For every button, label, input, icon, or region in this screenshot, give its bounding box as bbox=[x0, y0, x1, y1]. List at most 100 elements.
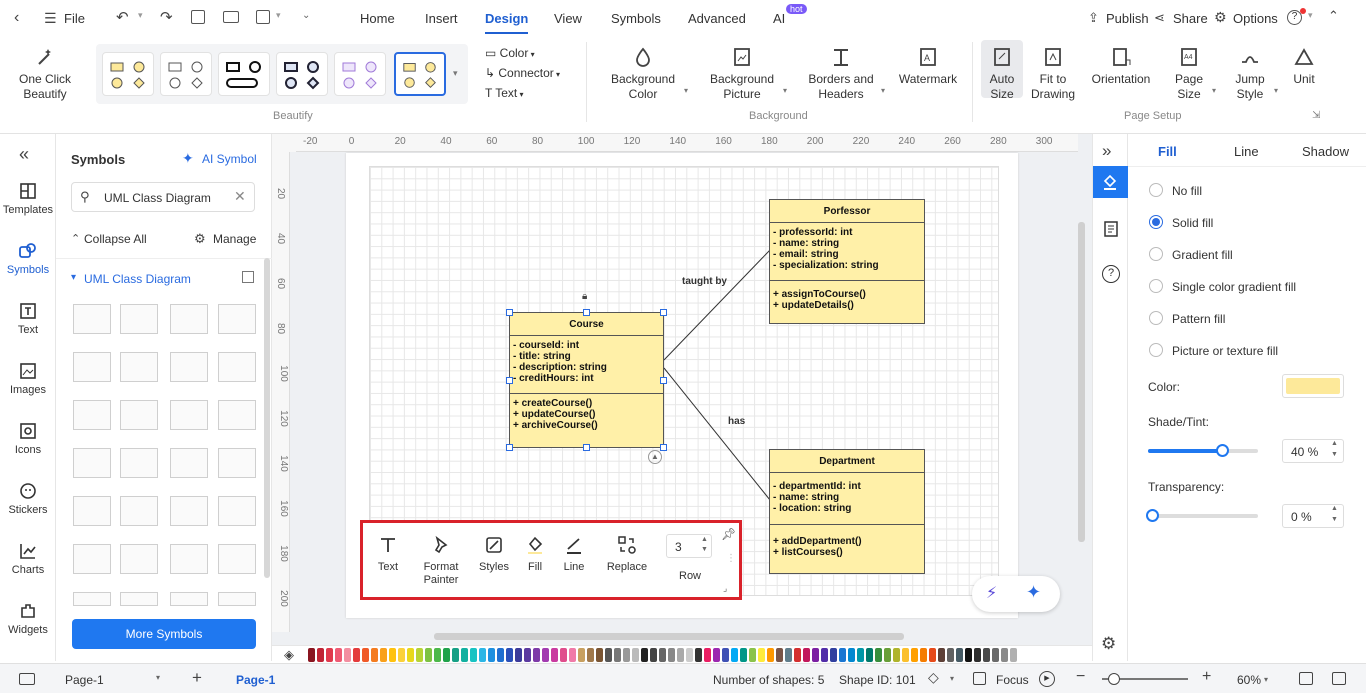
palette-swatch[interactable] bbox=[821, 648, 828, 662]
palette-swatch[interactable] bbox=[884, 648, 891, 662]
palette-swatch[interactable] bbox=[983, 648, 990, 662]
print-icon[interactable] bbox=[223, 11, 239, 23]
resize-handle[interactable] bbox=[583, 444, 590, 451]
zoom-dropdown-icon[interactable]: ▾ bbox=[1264, 675, 1268, 684]
palette-swatch[interactable] bbox=[524, 648, 531, 662]
symbol-thumbnail[interactable] bbox=[170, 304, 208, 334]
symbol-thumbnail[interactable] bbox=[218, 400, 256, 430]
settings-gear-icon[interactable]: ⚙ bbox=[1101, 634, 1116, 654]
palette-swatch[interactable] bbox=[947, 648, 954, 662]
palette-swatch[interactable] bbox=[785, 648, 792, 662]
nav-icons[interactable]: Icons bbox=[0, 422, 56, 456]
ai-assistant-icon[interactable]: ✦ bbox=[1026, 582, 1041, 603]
palette-swatch[interactable] bbox=[614, 648, 621, 662]
palette-swatch[interactable] bbox=[344, 648, 351, 662]
symbol-thumbnail[interactable] bbox=[73, 496, 111, 526]
shade-slider-track[interactable] bbox=[1148, 444, 1258, 457]
export-icon[interactable] bbox=[256, 10, 270, 24]
symbols-scrollbar[interactable] bbox=[264, 258, 270, 578]
resize-handle[interactable] bbox=[506, 377, 513, 384]
save-icon[interactable] bbox=[191, 10, 205, 24]
publish-button[interactable]: Publish bbox=[1106, 11, 1149, 26]
zoom-out-icon[interactable]: − bbox=[1076, 668, 1085, 686]
radio-picture-fill[interactable] bbox=[1149, 343, 1163, 357]
palette-swatch[interactable] bbox=[371, 648, 378, 662]
course-class[interactable]: Course - courseId: int - title: string -… bbox=[509, 312, 664, 448]
beautify-style-6[interactable] bbox=[394, 52, 446, 96]
options-button[interactable]: Options bbox=[1233, 11, 1278, 26]
stepper-up-icon[interactable]: ▲ bbox=[1331, 505, 1338, 512]
palette-swatch[interactable] bbox=[965, 648, 972, 662]
symbol-thumbnail[interactable] bbox=[73, 592, 111, 606]
resize-handle[interactable] bbox=[660, 377, 667, 384]
add-page-icon[interactable]: + bbox=[192, 668, 202, 688]
palette-swatch[interactable] bbox=[731, 648, 738, 662]
palette-swatch[interactable] bbox=[677, 648, 684, 662]
symbol-thumbnail[interactable] bbox=[170, 352, 208, 382]
transparency-slider-track[interactable] bbox=[1146, 509, 1258, 522]
palette-swatch[interactable] bbox=[497, 648, 504, 662]
palette-swatch[interactable] bbox=[515, 648, 522, 662]
symbol-thumbnail[interactable] bbox=[120, 448, 158, 478]
palette-swatch[interactable] bbox=[866, 648, 873, 662]
fill-button[interactable]: Fill bbox=[521, 535, 549, 574]
palette-swatch[interactable] bbox=[641, 648, 648, 662]
palette-swatch[interactable] bbox=[812, 648, 819, 662]
has-label[interactable]: has bbox=[728, 416, 745, 427]
palette-swatch[interactable] bbox=[956, 648, 963, 662]
nav-stickers[interactable]: Stickers bbox=[0, 482, 56, 516]
file-menu[interactable]: File bbox=[64, 11, 85, 26]
text-dropdown[interactable]: T Text ▾ bbox=[485, 86, 524, 100]
page-setup-dialog-icon[interactable]: ⇲ bbox=[1312, 110, 1320, 121]
tab-ai[interactable]: AI bbox=[773, 11, 785, 26]
fill-color-picker[interactable] bbox=[1282, 374, 1344, 398]
stepper-down-icon[interactable]: ▼ bbox=[1331, 516, 1338, 523]
tab-symbols[interactable]: Symbols bbox=[611, 11, 661, 26]
fill-picker-icon[interactable]: ◈ bbox=[284, 647, 294, 663]
symbol-thumbnail[interactable] bbox=[218, 496, 256, 526]
shade-value-input[interactable]: 40 % ▲ ▼ bbox=[1282, 439, 1344, 463]
lock-icon[interactable]: 🔒︎ bbox=[582, 291, 587, 302]
palette-swatch[interactable] bbox=[776, 648, 783, 662]
palette-swatch[interactable] bbox=[533, 648, 540, 662]
palette-swatch[interactable] bbox=[974, 648, 981, 662]
tab-design[interactable]: Design bbox=[485, 11, 529, 34]
format-painter-button[interactable]: Format Painter bbox=[418, 535, 464, 587]
palette-swatch[interactable] bbox=[326, 648, 333, 662]
symbol-thumbnail[interactable] bbox=[73, 544, 111, 574]
palette-swatch[interactable] bbox=[668, 648, 675, 662]
palette-swatch[interactable] bbox=[758, 648, 765, 662]
more-symbols-button[interactable]: More Symbols bbox=[72, 619, 256, 649]
library-expand-icon[interactable]: ▾ bbox=[71, 272, 76, 283]
fullscreen-icon[interactable] bbox=[1332, 672, 1346, 685]
palette-swatch[interactable] bbox=[443, 648, 450, 662]
palette-swatch[interactable] bbox=[857, 648, 864, 662]
palette-swatch[interactable] bbox=[632, 648, 639, 662]
transparency-value-input[interactable]: 0 % ▲ ▼ bbox=[1282, 504, 1344, 528]
radio-no-fill[interactable] bbox=[1149, 183, 1163, 197]
symbol-thumbnail[interactable] bbox=[120, 304, 158, 334]
manage-button[interactable]: Manage bbox=[213, 232, 256, 246]
tab-advanced[interactable]: Advanced bbox=[688, 11, 746, 26]
palette-swatch[interactable] bbox=[560, 648, 567, 662]
ai-beautify-icon[interactable]: ⚡ bbox=[986, 583, 997, 603]
page-dropdown-icon[interactable]: ▾ bbox=[156, 673, 160, 682]
layers-dropdown-icon[interactable]: ▾ bbox=[950, 674, 954, 683]
palette-swatch[interactable] bbox=[605, 648, 612, 662]
tab-insert[interactable]: Insert bbox=[425, 11, 458, 26]
radio-pattern-fill[interactable] bbox=[1149, 311, 1163, 325]
resize-handle[interactable] bbox=[506, 444, 513, 451]
palette-swatch[interactable] bbox=[389, 648, 396, 662]
palette-swatch[interactable] bbox=[479, 648, 486, 662]
nav-widgets[interactable]: Widgets bbox=[0, 602, 56, 636]
vertical-scrollbar[interactable] bbox=[1078, 222, 1085, 542]
resize-corner-icon[interactable]: ⌟ bbox=[723, 583, 727, 594]
beautify-style-1[interactable] bbox=[102, 52, 154, 96]
palette-swatch[interactable] bbox=[335, 648, 342, 662]
symbol-thumbnail[interactable] bbox=[218, 448, 256, 478]
page-tab[interactable]: Page-1 bbox=[236, 673, 275, 687]
symbol-thumbnail[interactable] bbox=[120, 592, 158, 606]
nav-symbols[interactable]: Symbols bbox=[0, 242, 56, 276]
resize-handle[interactable] bbox=[583, 309, 590, 316]
palette-swatch[interactable] bbox=[380, 648, 387, 662]
